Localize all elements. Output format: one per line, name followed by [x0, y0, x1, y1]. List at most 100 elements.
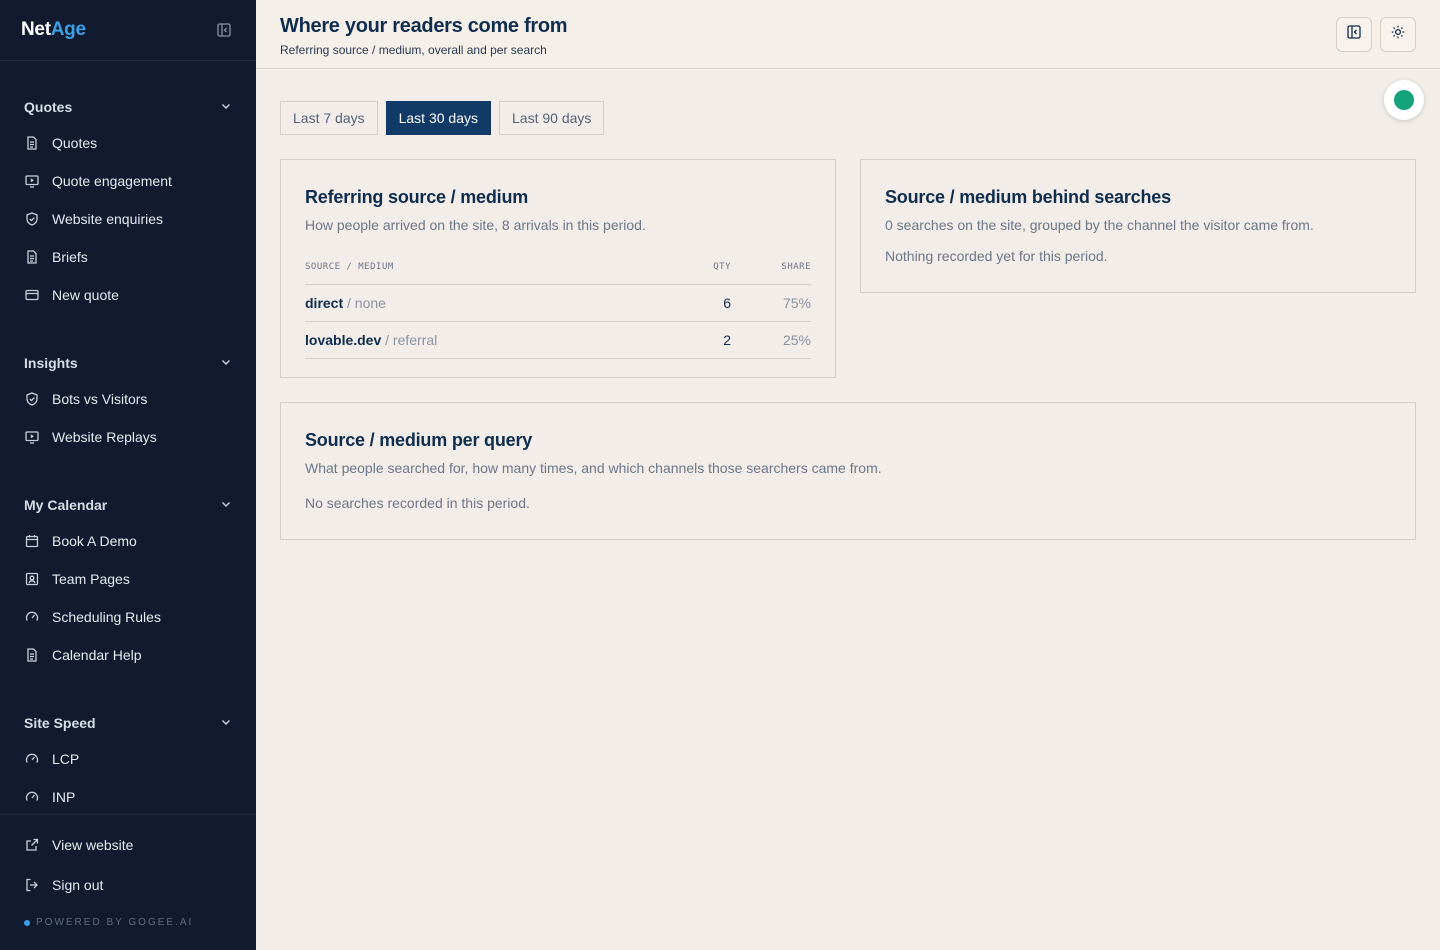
- chevron-down-icon: [220, 355, 232, 371]
- sidebar-item-label: Calendar Help: [52, 647, 142, 663]
- nav-group-insights: Insights Bots vs Visitors Website Replay…: [0, 351, 256, 456]
- chevron-down-icon: [220, 715, 232, 731]
- qty-cell: 2: [651, 321, 731, 359]
- contact-icon: [24, 571, 40, 587]
- share-cell: 25%: [731, 321, 811, 359]
- sidebar-item-quote-engagement[interactable]: Quote engagement: [24, 162, 232, 200]
- sidebar-item-label: Website enquiries: [52, 211, 164, 227]
- card-title: Referring source / medium: [305, 187, 529, 207]
- powered-by-label: POWERED BY GOGEE.AI: [36, 917, 194, 928]
- credit-card-icon: [24, 287, 40, 303]
- share-cell: 75%: [731, 284, 811, 322]
- sidebar-item-label: Briefs: [52, 249, 88, 265]
- column-header-share: SHARE: [731, 251, 811, 285]
- card-description: 0 searches on the site, grouped by the c…: [885, 217, 1314, 233]
- nav-group-header-site-speed[interactable]: Site Speed: [24, 711, 232, 735]
- sidebar-item-label: LCP: [52, 751, 80, 767]
- table-header-row: SOURCE / MEDIUM QTY SHARE: [305, 251, 811, 285]
- sidebar-item-inp[interactable]: INP: [24, 778, 232, 816]
- shield-check-icon: [24, 391, 40, 407]
- sidebar-item-scheduling-rules[interactable]: Scheduling Rules: [24, 598, 232, 636]
- card-description: What people searched for, how many times…: [305, 460, 882, 476]
- sidebar-item-label: Bots vs Visitors: [52, 391, 148, 407]
- card-title: Source / medium per query: [305, 430, 533, 450]
- sidebar-item-website-enquiries[interactable]: Website enquiries: [24, 200, 232, 238]
- nav-group-quotes: Quotes Quotes Quote engagement Website e…: [0, 95, 256, 314]
- page-subtitle: Referring source / medium, overall and p…: [280, 43, 547, 57]
- nav-group-header-my-calendar[interactable]: My Calendar: [24, 493, 232, 517]
- page-header: Where your readers come from Referring s…: [256, 0, 1440, 69]
- sidebar: NetAge Quotes Quotes Quote engagement We…: [0, 0, 256, 950]
- sidebar-collapse-icon[interactable]: [216, 22, 232, 38]
- document-icon: [24, 135, 40, 151]
- sidebar-item-website-replays[interactable]: Website Replays: [24, 418, 232, 456]
- panel-toggle-button[interactable]: [1336, 17, 1372, 52]
- card-title: Source / medium behind searches: [885, 187, 1171, 207]
- nav-group-label: My Calendar: [24, 497, 108, 513]
- sidebar-item-new-quote[interactable]: New quote: [24, 276, 232, 314]
- source-cell: direct / none: [305, 284, 651, 322]
- document-icon: [24, 647, 40, 663]
- external-link-icon: [24, 837, 40, 853]
- gauge-icon: [24, 609, 40, 625]
- tab-last-90-days[interactable]: Last 90 days: [499, 101, 605, 135]
- nav-group-my-calendar: My Calendar Book A Demo Team Pages Sched…: [0, 493, 256, 674]
- qty-cell: 6: [651, 284, 731, 322]
- empty-state-message: Nothing recorded yet for this period.: [885, 248, 1108, 264]
- sidebar-item-lcp[interactable]: LCP: [24, 740, 232, 778]
- powered-by[interactable]: POWERED BY GOGEE.AI: [24, 917, 232, 928]
- searches-source-card: Source / medium behind searches 0 search…: [860, 159, 1416, 293]
- nav-group-header-quotes[interactable]: Quotes: [24, 95, 232, 119]
- source-medium: / none: [347, 294, 386, 311]
- empty-state-message: No searches recorded in this period.: [305, 495, 530, 511]
- nav-group-header-insights[interactable]: Insights: [24, 351, 232, 375]
- period-tabs: Last 7 days Last 30 days Last 90 days: [280, 101, 605, 135]
- powered-dot-icon: [24, 919, 30, 926]
- gauge-icon: [24, 789, 40, 805]
- referring-source-table: SOURCE / MEDIUM QTY SHARE direct / none …: [305, 251, 811, 359]
- sidebar-item-bots-vs-visitors[interactable]: Bots vs Visitors: [24, 380, 232, 418]
- brand-part-2: Age: [50, 19, 86, 40]
- tab-last-30-days[interactable]: Last 30 days: [385, 101, 491, 135]
- nav-group-label: Insights: [24, 355, 78, 371]
- tab-last-7-days[interactable]: Last 7 days: [280, 101, 378, 135]
- sun-icon: [1391, 25, 1405, 44]
- chevron-down-icon: [220, 497, 232, 513]
- brand-row: NetAge: [0, 0, 256, 61]
- table-row: lovable.dev / referral 2 25%: [305, 321, 811, 359]
- sign-out-button[interactable]: Sign out: [24, 865, 232, 905]
- sidebar-item-briefs[interactable]: Briefs: [24, 238, 232, 276]
- live-status-indicator[interactable]: [1384, 80, 1424, 120]
- per-query-card: Source / medium per query What people se…: [280, 402, 1416, 540]
- column-header-source: SOURCE / MEDIUM: [305, 251, 651, 285]
- brand-logo[interactable]: NetAge: [21, 19, 86, 41]
- sidebar-footer: View website Sign out POWERED BY GOGEE.A…: [0, 814, 256, 928]
- theme-toggle-button[interactable]: [1380, 17, 1416, 52]
- source-name: lovable.dev: [305, 331, 382, 348]
- source-name: direct: [305, 294, 344, 311]
- nav-group-site-speed: Site Speed LCP INP: [0, 711, 256, 816]
- sidebar-item-calendar-help[interactable]: Calendar Help: [24, 636, 232, 674]
- page-title: Where your readers come from: [280, 15, 568, 37]
- sign-out-icon: [24, 877, 40, 893]
- brand-part-1: Net: [21, 19, 51, 40]
- monitor-play-icon: [24, 173, 40, 189]
- view-website-link[interactable]: View website: [24, 825, 232, 865]
- sidebar-item-label: Quote engagement: [52, 173, 172, 189]
- sidebar-item-book-a-demo[interactable]: Book A Demo: [24, 522, 232, 560]
- sidebar-item-label: INP: [52, 789, 76, 805]
- sidebar-item-label: Website Replays: [52, 429, 157, 445]
- document-icon: [24, 249, 40, 265]
- sidebar-item-quotes[interactable]: Quotes: [24, 124, 232, 162]
- sidebar-item-label: New quote: [52, 287, 119, 303]
- sidebar-item-team-pages[interactable]: Team Pages: [24, 560, 232, 598]
- source-medium: / referral: [385, 331, 438, 348]
- status-dot-icon: [1394, 90, 1414, 110]
- column-header-qty: QTY: [651, 251, 731, 285]
- table-row: direct / none 6 75%: [305, 284, 811, 322]
- nav-group-label: Site Speed: [24, 715, 96, 731]
- shield-check-icon: [24, 211, 40, 227]
- gauge-icon: [24, 751, 40, 767]
- nav-group-label: Quotes: [24, 99, 73, 115]
- referring-source-card: Referring source / medium How people arr…: [280, 159, 836, 378]
